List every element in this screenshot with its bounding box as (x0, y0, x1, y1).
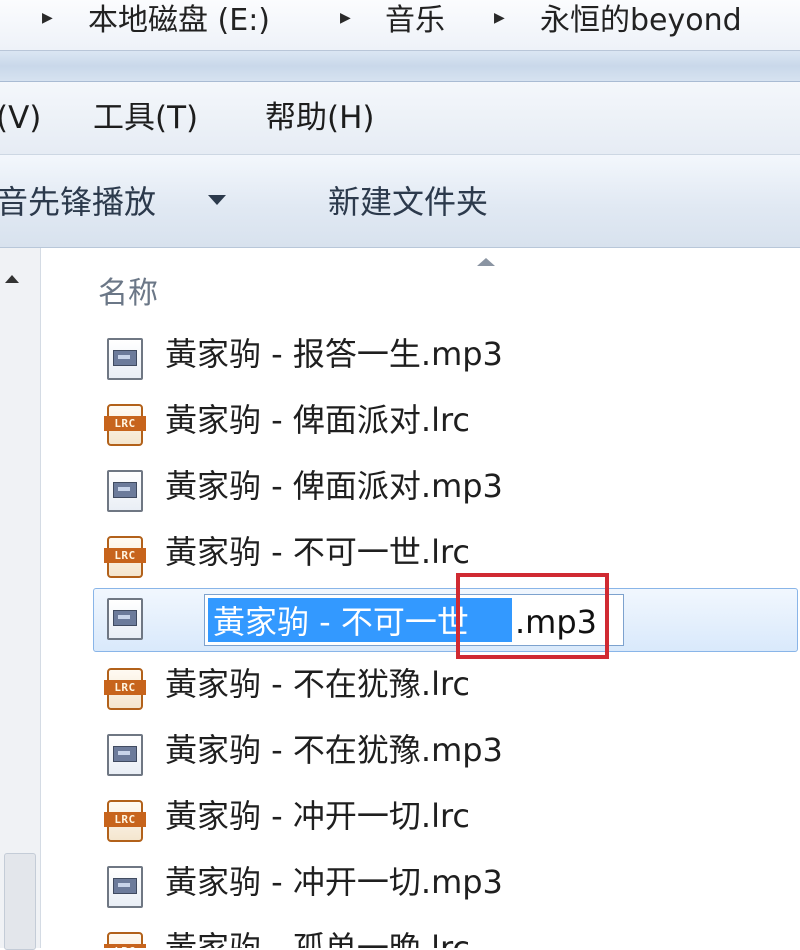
rename-selected-text: 黃家驹 - 不可一世 (213, 603, 469, 641)
lrc-file-icon: LRC (104, 536, 146, 578)
breadcrumb-beyond-folder[interactable]: 永恒的beyond (540, 3, 742, 39)
breadcrumb-separator-icon[interactable]: ▶ (340, 10, 351, 26)
file-name: 黃家驹 - 孤单一晚.lrc (165, 929, 471, 948)
audio-file-icon (104, 734, 144, 776)
file-row[interactable]: LRC 黃家驹 - 孤单一晚.lrc (41, 918, 800, 948)
breadcrumb-separator-icon[interactable]: ▶ (494, 10, 505, 26)
breadcrumb-separator-icon[interactable]: ▶ (42, 10, 53, 26)
file-row[interactable]: LRC 黃家驹 - 不在犹豫.lrc (41, 654, 800, 720)
sort-ascending-icon (477, 258, 495, 266)
scroll-up-arrow-icon[interactable] (5, 275, 19, 283)
file-name: 黃家驹 - 俾面派对.lrc (165, 401, 471, 439)
file-list: 名称 黃家驹 - 报答一生.mp3 LRC 黃家驹 - 俾面派对.lrc 黃家驹… (41, 248, 800, 948)
audio-file-icon (104, 866, 144, 908)
new-folder-button[interactable]: 新建文件夹 (328, 182, 488, 222)
file-row[interactable]: LRC 黃家驹 - 不可一世.lrc (41, 522, 800, 588)
breadcrumb-music[interactable]: 音乐 (385, 3, 445, 39)
scrollbar-thumb[interactable] (4, 853, 36, 950)
file-name: 黃家驹 - 俾面派对.mp3 (165, 467, 503, 505)
navigation-pane (0, 248, 41, 950)
lrc-file-icon: LRC (104, 404, 146, 446)
file-row[interactable]: 黃家驹 - 报答一生.mp3 (41, 324, 800, 390)
file-name: 黃家驹 - 不在犹豫.mp3 (165, 731, 503, 769)
audio-file-icon (104, 598, 144, 640)
file-row[interactable]: 黃家驹 - 不在犹豫.mp3 (41, 720, 800, 786)
audio-file-icon (104, 470, 144, 512)
play-with-button[interactable]: 音先锋播放 (0, 182, 156, 222)
menu-help[interactable]: 帮助(H) (265, 99, 375, 137)
menu-tools[interactable]: 工具(T) (93, 99, 198, 137)
audio-file-icon (104, 338, 144, 380)
file-name: 黃家驹 - 冲开一切.lrc (165, 797, 471, 835)
dropdown-arrow-icon[interactable] (208, 195, 226, 205)
menu-view[interactable]: (V) (0, 99, 41, 137)
lrc-file-icon: LRC (104, 800, 146, 842)
file-row[interactable]: 黃家驹 - 俾面派对.mp3 (41, 456, 800, 522)
file-row[interactable]: 黃家驹 - 冲开一切.mp3 (41, 852, 800, 918)
breadcrumb-local-disk-e[interactable]: 本地磁盘 (E:) (88, 3, 270, 39)
window-frame-strip (0, 51, 800, 82)
annotation-highlight-box (456, 573, 609, 659)
lrc-file-icon: LRC (104, 668, 146, 710)
file-row-selected[interactable]: 黃家驹 - 不可一世 .mp3 (93, 588, 798, 652)
lrc-file-icon: LRC (104, 932, 146, 948)
address-bar[interactable]: l ▶ 本地磁盘 (E:) ▶ 音乐 ▶ 永恒的beyond (0, 0, 800, 51)
file-name: 黃家驹 - 冲开一切.mp3 (165, 863, 503, 901)
file-row[interactable]: LRC 黃家驹 - 冲开一切.lrc (41, 786, 800, 852)
column-header-name[interactable]: 名称 (98, 276, 158, 312)
file-name: 黃家驹 - 不在犹豫.lrc (165, 665, 471, 703)
file-row[interactable]: LRC 黃家驹 - 俾面派对.lrc (41, 390, 800, 456)
file-name: 黃家驹 - 报答一生.mp3 (165, 335, 503, 373)
menu-bar: (V) 工具(T) 帮助(H) (0, 82, 800, 155)
command-bar: 音先锋播放 新建文件夹 (0, 155, 800, 248)
file-name: 黃家驹 - 不可一世.lrc (165, 533, 471, 571)
